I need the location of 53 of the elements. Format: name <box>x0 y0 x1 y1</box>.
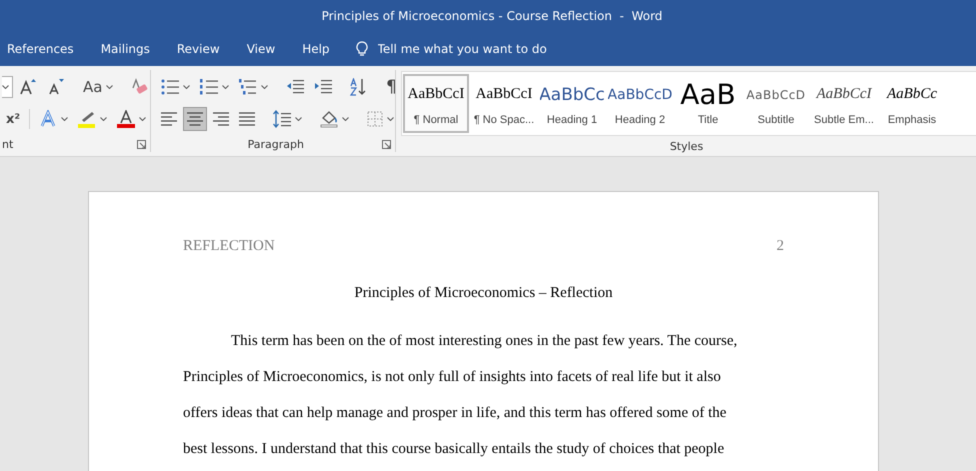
caret-icon <box>61 117 68 121</box>
numbered-list-icon <box>200 79 218 95</box>
align-right-icon <box>213 112 229 126</box>
highlighter-icon <box>78 110 96 128</box>
align-center-icon <box>187 112 203 126</box>
caret-icon <box>106 85 114 89</box>
caret-icon <box>261 85 268 89</box>
group-label: Paragraph <box>248 138 304 150</box>
ribbon-tab[interactable]: Review <box>170 36 229 62</box>
align-left-icon <box>161 112 177 126</box>
text-effects-icon <box>39 110 57 128</box>
align-justify-icon <box>239 112 255 126</box>
ribbon-tab[interactable]: Help <box>295 36 339 62</box>
caret-icon <box>2 85 9 89</box>
caret-icon <box>222 85 229 89</box>
grow-font-icon <box>19 78 37 96</box>
increase-indent-icon <box>314 79 332 95</box>
eraser-icon <box>131 78 150 96</box>
dialog-launcher-icon[interactable] <box>382 140 391 148</box>
superscript-button[interactable]: x² <box>2 107 24 131</box>
dialog-launcher-icon[interactable] <box>137 140 146 148</box>
font-size-dropdown[interactable] <box>2 76 13 98</box>
shrink-font-icon <box>47 78 65 96</box>
bullet-list-icon <box>161 79 179 95</box>
group-label: Styles <box>670 140 704 152</box>
style-item[interactable]: AaBbCcI ¶ Normal <box>403 74 469 133</box>
caret-icon <box>183 85 190 89</box>
caret-icon <box>139 117 146 121</box>
sort-icon <box>350 78 368 96</box>
caret-icon <box>387 117 394 121</box>
paint-bucket-icon <box>320 110 338 128</box>
document-title: Principles of Microeconomics – Reflection <box>354 285 613 301</box>
caret-icon <box>342 117 349 121</box>
formatting-marks-button[interactable]: ¶ <box>382 75 401 99</box>
ribbon-tab[interactable]: Mailings <box>94 36 159 62</box>
body-paragraph: This term has been on the of most interesting ones in the past few years. The course, Principles of Microeconomics, is not only full of insights into facets of real life but it also offers ideas that can help manage and prosper in life, and this term has offered some of the best lessons. I understand that this course basically entails the study of choices that people <box>183 332 738 459</box>
tell-me-field[interactable]: Tell me what you want to do <box>356 41 578 57</box>
group-label: nt <box>2 138 14 150</box>
caret-icon <box>100 117 107 121</box>
page-number: 2 <box>776 238 784 255</box>
window-title: Principles of Microeconomics - Course Reflection - Word <box>322 9 662 23</box>
change-case-button[interactable]: Aa <box>79 75 118 99</box>
caret-icon <box>295 117 302 121</box>
ribbon-tab[interactable]: View <box>240 36 284 62</box>
font-color-icon <box>117 110 135 128</box>
ribbon-tab[interactable]: References <box>0 36 83 62</box>
align-center-button[interactable] <box>183 107 207 131</box>
decrease-indent-icon <box>286 79 304 95</box>
lightbulb-icon <box>356 41 368 57</box>
multilevel-list-icon <box>239 79 257 95</box>
line-spacing-icon <box>273 110 291 128</box>
running-header: REFLECTION <box>183 238 275 255</box>
borders-icon <box>367 111 383 127</box>
